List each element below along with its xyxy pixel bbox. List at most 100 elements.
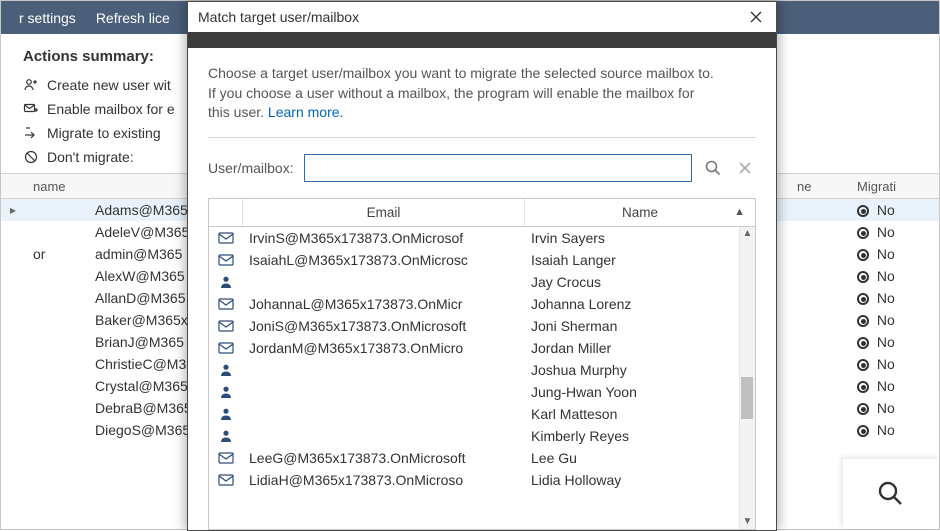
radio-icon[interactable] [857, 359, 869, 371]
clear-search-button[interactable] [734, 157, 756, 179]
bg-col-migration[interactable]: Migrati [849, 179, 939, 194]
learn-more-link[interactable]: Learn more. [268, 104, 343, 120]
radio-icon[interactable] [857, 337, 869, 349]
row-migration-label: No [873, 312, 895, 328]
cell-name: Karl Matteson [525, 406, 755, 422]
bg-col-ne[interactable]: ne [789, 179, 849, 194]
cell-email: LeeG@M365x173873.OnMicrosoft [243, 450, 525, 466]
radio-icon[interactable] [857, 227, 869, 239]
cell-name: Johanna Lorenz [525, 296, 755, 312]
row-migration-cell[interactable]: No [849, 202, 939, 218]
list-item[interactable]: JordanM@M365x173873.OnMicroJordan Miller [209, 337, 755, 359]
row-migration-cell[interactable]: No [849, 224, 939, 240]
grid-header: Email Name ▲ [209, 199, 755, 227]
row-migration-cell[interactable]: No [849, 268, 939, 284]
row-migration-cell[interactable]: No [849, 356, 939, 372]
row-migration-cell[interactable]: No [849, 378, 939, 394]
radio-icon[interactable] [857, 403, 869, 415]
summary-dont-label: Don't migrate: [47, 149, 134, 165]
list-item[interactable]: LidiaH@M365x173873.OnMicrosoLidia Hollow… [209, 469, 755, 491]
radio-icon[interactable] [857, 271, 869, 283]
cell-email: JordanM@M365x173873.OnMicro [243, 340, 525, 356]
user-mailbox-grid: Email Name ▲ IrvinS@M365x173873.OnMicros… [208, 198, 756, 530]
list-item[interactable]: JoniS@M365x173873.OnMicrosoftJoni Sherma… [209, 315, 755, 337]
user-icon [209, 363, 243, 377]
radio-icon[interactable] [857, 381, 869, 393]
user-icon [209, 429, 243, 443]
cell-email: JohannaL@M365x173873.OnMicr [243, 296, 525, 312]
row-migration-label: No [873, 400, 895, 416]
row-migration-label: No [873, 246, 895, 262]
sort-asc-icon: ▲ [734, 206, 745, 218]
close-icon [749, 10, 763, 24]
scroll-thumb[interactable] [741, 377, 753, 419]
grid-col-icon[interactable] [209, 199, 243, 226]
row-migration-cell[interactable]: No [849, 312, 939, 328]
row-migration-cell[interactable]: No [849, 246, 939, 262]
close-button[interactable] [746, 7, 766, 27]
row-migration-cell[interactable]: No [849, 290, 939, 306]
row-migration-label: No [873, 422, 895, 438]
list-item[interactable]: IsaiahL@M365x173873.OnMicroscIsaiah Lang… [209, 249, 755, 271]
summary-create-label: Create new user wit [47, 77, 171, 93]
list-item[interactable]: Jung-Hwan Yoon [209, 381, 755, 403]
mail-icon [209, 254, 243, 266]
user-plus-icon [23, 77, 39, 93]
grid-col-email[interactable]: Email [243, 199, 525, 226]
cell-name: Jordan Miller [525, 340, 755, 356]
cell-name: Lee Gu [525, 450, 755, 466]
list-item[interactable]: IrvinS@M365x173873.OnMicrosofIrvin Sayer… [209, 227, 755, 249]
row-migration-cell[interactable]: No [849, 334, 939, 350]
vertical-scrollbar[interactable]: ▲ ▼ [739, 227, 755, 529]
user-mailbox-search-input[interactable] [304, 154, 692, 182]
list-item[interactable]: LeeG@M365x173873.OnMicrosoftLee Gu [209, 447, 755, 469]
cell-name: Irvin Sayers [525, 230, 755, 246]
list-item[interactable]: Karl Matteson [209, 403, 755, 425]
search-icon [876, 479, 906, 509]
row-migration-label: No [873, 356, 895, 372]
scroll-up-icon[interactable]: ▲ [740, 229, 755, 239]
grid-col-name[interactable]: Name ▲ [525, 199, 755, 226]
mail-icon [209, 342, 243, 354]
scroll-down-icon[interactable]: ▼ [740, 517, 755, 527]
cell-name: Jung-Hwan Yoon [525, 384, 755, 400]
row-migration-cell[interactable]: No [849, 400, 939, 416]
dialog-title: Match target user/mailbox [198, 9, 359, 25]
prohibit-icon [23, 149, 39, 165]
toolbar-settings-button[interactable]: r settings [9, 10, 86, 26]
bg-col-name[interactable]: name [25, 179, 87, 194]
row-migration-label: No [873, 334, 895, 350]
radio-icon[interactable] [857, 315, 869, 327]
search-button[interactable] [702, 157, 724, 179]
dialog-titlebar: Match target user/mailbox [188, 2, 776, 32]
cell-email: JoniS@M365x173873.OnMicrosoft [243, 318, 525, 334]
row-migration-label: No [873, 224, 895, 240]
list-item[interactable]: Joshua Murphy [209, 359, 755, 381]
row-migration-label: No [873, 268, 895, 284]
divider [208, 137, 756, 138]
list-item[interactable]: Jay Crocus [209, 271, 755, 293]
row-migration-cell[interactable]: No [849, 422, 939, 438]
search-icon [704, 159, 722, 177]
radio-icon[interactable] [857, 293, 869, 305]
radio-icon[interactable] [857, 425, 869, 437]
grid-body[interactable]: IrvinS@M365x173873.OnMicrosofIrvin Sayer… [209, 227, 755, 529]
cell-name: Joni Sherman [525, 318, 755, 334]
radio-icon[interactable] [857, 249, 869, 261]
cell-name: Jay Crocus [525, 274, 755, 290]
mail-plus-icon [23, 101, 39, 117]
radio-icon[interactable] [857, 205, 869, 217]
dialog-description: Choose a target user/mailbox you want to… [208, 64, 756, 123]
row-migration-label: No [873, 202, 895, 218]
list-item[interactable]: JohannaL@M365x173873.OnMicrJohanna Loren… [209, 293, 755, 315]
cell-name: Isaiah Langer [525, 252, 755, 268]
user-icon [209, 385, 243, 399]
row-marker-icon: ▸ [1, 203, 25, 217]
user-icon [209, 407, 243, 421]
corner-search-tile[interactable] [843, 459, 939, 529]
list-item[interactable]: Kimberly Reyes [209, 425, 755, 447]
summary-migrate-label: Migrate to existing [47, 125, 161, 141]
toolbar-refresh-button[interactable]: Refresh lice [86, 10, 180, 26]
arrow-icon [23, 125, 39, 141]
mail-icon [209, 298, 243, 310]
